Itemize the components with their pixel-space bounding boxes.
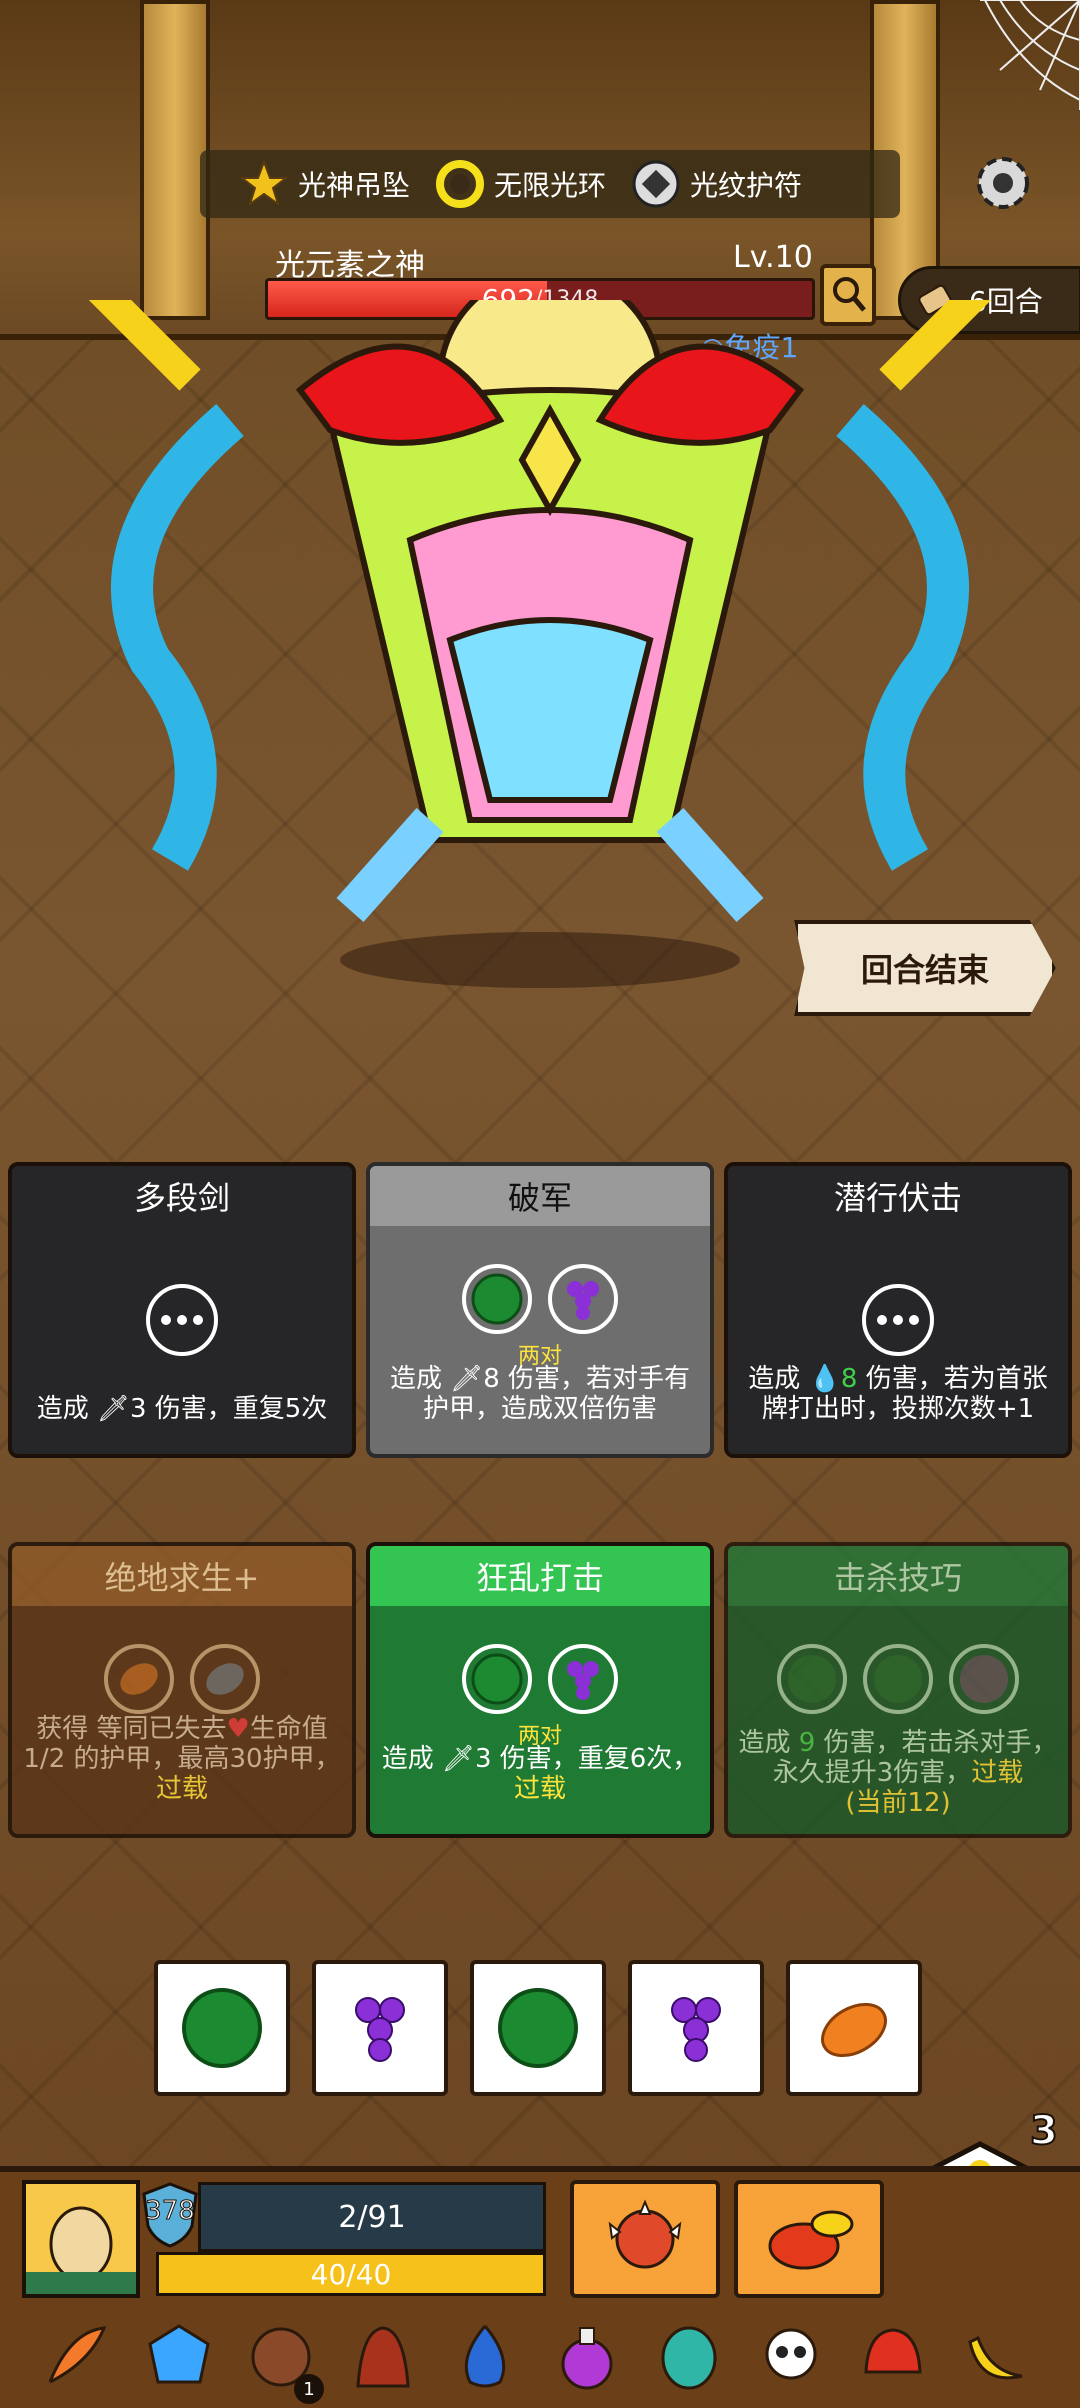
inventory-blue-flame[interactable] <box>444 2316 526 2398</box>
mango-icon <box>821 2002 887 2058</box>
watermelon-slot-icon <box>462 1264 532 1334</box>
mango-slot-icon <box>104 1644 174 1714</box>
cobweb-icon <box>980 0 1080 110</box>
card-title: 绝地求生+ <box>12 1546 352 1606</box>
dice-requirement <box>12 1644 352 1714</box>
watermelon-slot-icon <box>863 1644 933 1714</box>
grape-slot-icon <box>548 1264 618 1334</box>
poison-drop-icon: 💧 <box>808 1364 841 1394</box>
grape-slot-icon <box>548 1644 618 1714</box>
grape-icon <box>355 1997 405 2062</box>
gear-icon[interactable] <box>968 148 1038 218</box>
card-kill-technique[interactable]: 击杀技巧 造成 9 伤害，若击杀对手，永久提升3伤害，过载 (当前12) <box>724 1542 1072 1838</box>
more-icon <box>146 1284 218 1356</box>
dice-requirement <box>370 1644 710 1714</box>
watermelon-slot-icon <box>777 1644 847 1714</box>
watermelon-icon <box>498 1988 578 2068</box>
card-frenzy-strike[interactable]: 狂乱打击 两对 造成 🗡3 伤害，重复6次， 过载 <box>366 1542 714 1838</box>
die-watermelon[interactable] <box>154 1960 290 2096</box>
die-grape[interactable] <box>312 1960 448 2096</box>
watermelon-slot-icon <box>949 1644 1019 1714</box>
inventory-hood[interactable] <box>342 2316 424 2398</box>
skill-spiked-fist-button[interactable] <box>570 2180 720 2298</box>
hood-icon <box>356 2326 410 2388</box>
player-avatar[interactable] <box>22 2180 140 2298</box>
die-watermelon[interactable] <box>470 1960 606 2096</box>
dice-requirement <box>370 1264 710 1334</box>
inventory-banana[interactable] <box>954 2316 1036 2398</box>
card-desc: 获得 等同已失去♥生命值1/2 的护甲，最高30护甲，过载 <box>23 1714 341 1804</box>
card-desc: 造成 🗡3 伤害，重复5次 <box>36 1394 328 1424</box>
grape-icon <box>671 1997 721 2062</box>
feather-icon <box>48 2326 107 2384</box>
halo-ring-icon <box>436 160 485 208</box>
rune-amulet-icon <box>632 160 680 208</box>
card-desc: 造成 🗡8 伤害，若对手有护甲，造成双倍伤害 <box>389 1364 691 1424</box>
player-hp-bar: 40/40 <box>156 2252 546 2296</box>
relic-label: 光神吊坠 <box>298 169 411 202</box>
hero-portrait-icon <box>26 2184 136 2294</box>
block-bar: 2/91 <box>198 2182 546 2252</box>
inventory-mask[interactable] <box>648 2316 730 2398</box>
card-desc: 造成 💧8 伤害，若为首张牌打出时，投掷次数+1 <box>748 1364 1048 1424</box>
die-grape[interactable] <box>628 1960 764 2096</box>
end-turn-button[interactable]: 回合结束 <box>794 920 1056 1016</box>
star-pendant-icon <box>239 159 289 207</box>
helmet-icon <box>864 2328 922 2374</box>
relic-rune-amulet[interactable]: 光纹护符 <box>630 158 802 210</box>
die-mango[interactable] <box>786 1960 922 2096</box>
banana-icon <box>968 2335 1023 2380</box>
inventory-red-helmet[interactable] <box>852 2316 934 2398</box>
inventory-potion[interactable] <box>546 2316 628 2398</box>
blue-flame-icon <box>464 2325 506 2388</box>
skull-icon <box>765 2328 817 2380</box>
relic-label: 无限光环 <box>494 169 607 202</box>
card-break-army[interactable]: 破军 两对 造成 🗡8 伤害，若对手有护甲，造成双倍伤害 <box>366 1162 714 1458</box>
player-hp-text: 40/40 <box>310 2257 392 2291</box>
spiked-fist-icon <box>608 2199 682 2269</box>
watermelon-slot-icon <box>462 1644 532 1714</box>
card-title: 狂乱打击 <box>370 1546 710 1606</box>
mango-slot-icon <box>190 1644 260 1714</box>
inventory-feather[interactable] <box>34 2316 116 2398</box>
fire-burst-icon <box>768 2210 854 2270</box>
card-desc: 造成 🗡3 伤害，重复6次， 过载 <box>381 1744 699 1804</box>
card-desc: 造成 9 伤害，若击杀对手，永久提升3伤害，过载 (当前12) <box>738 1728 1058 1818</box>
dice-requirement <box>728 1644 1068 1714</box>
relic-infinite-halo[interactable]: 无限光环 <box>434 158 606 210</box>
card-title: 破军 <box>370 1166 710 1226</box>
mask-icon <box>661 2326 717 2390</box>
skill-fire-burst-button[interactable] <box>734 2180 884 2298</box>
relic-label: 光纹护符 <box>690 169 803 202</box>
inventory-skull[interactable] <box>750 2316 832 2398</box>
gem-icon <box>148 2324 210 2384</box>
card-multi-sword[interactable]: 多段剑 造成 🗡3 伤害，重复5次 <box>8 1162 356 1458</box>
card-title: 潜行伏击 <box>728 1166 1068 1226</box>
watermelon-icon <box>182 1988 262 2068</box>
heart-icon: ♥ <box>226 1714 250 1744</box>
item-count-badge: 1 <box>294 2374 324 2404</box>
boss-light-elemental-god[interactable] <box>30 300 1050 1000</box>
inventory-blue-gem[interactable] <box>138 2316 220 2398</box>
card-title: 击杀技巧 <box>728 1546 1068 1606</box>
more-icon <box>862 1284 934 1356</box>
shield-value: 378 <box>145 2196 196 2227</box>
relic-light-pendant[interactable]: 光神吊坠 <box>238 158 410 210</box>
card-last-stand-plus[interactable]: 绝地求生+ 获得 等同已失去♥生命值1/2 的护甲，最高30护甲，过载 <box>8 1542 356 1838</box>
card-title: 多段剑 <box>12 1166 352 1226</box>
card-stealth-ambush[interactable]: 潜行伏击 造成 💧8 伤害，若为首张牌打出时，投掷次数+1 <box>724 1162 1072 1458</box>
relic-bar: 光神吊坠 无限光环 光纹护符 <box>200 150 900 218</box>
enemy-level: Lv.10 <box>733 240 813 275</box>
potion-icon <box>561 2327 613 2390</box>
